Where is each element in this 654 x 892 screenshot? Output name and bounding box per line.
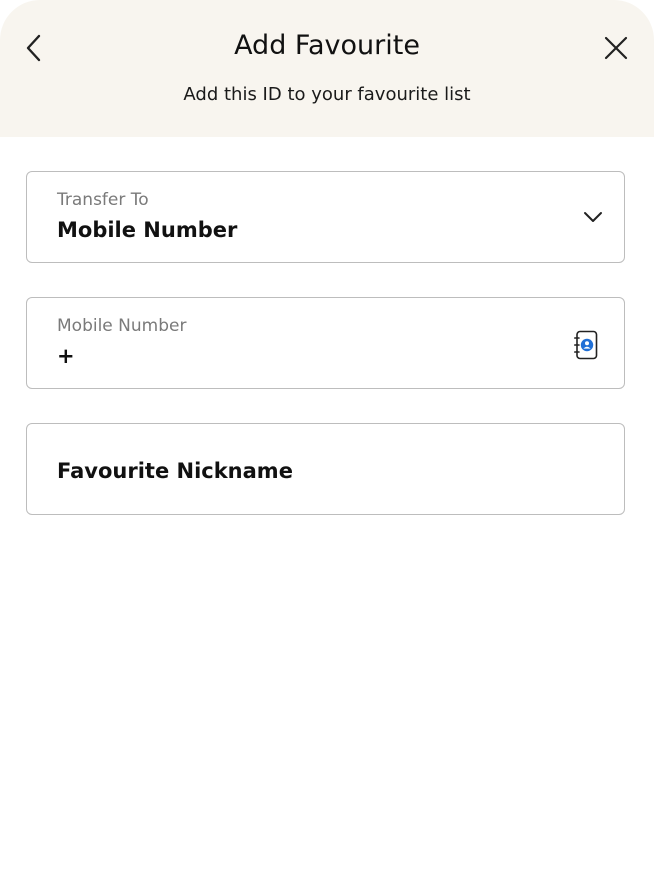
add-favourite-sheet: Add Favourite Add this ID to your favour…	[0, 0, 654, 892]
page-subtitle: Add this ID to your favourite list	[183, 84, 471, 105]
mobile-number-label: Mobile Number	[57, 316, 187, 336]
transfer-to-label: Transfer To	[57, 190, 149, 210]
mobile-number-field[interactable]: Mobile Number +	[26, 297, 625, 389]
page-title: Add Favourite	[234, 30, 420, 61]
nickname-field[interactable]: Favourite Nickname	[26, 423, 625, 515]
close-icon	[604, 36, 628, 60]
transfer-to-value: Mobile Number	[57, 218, 238, 242]
contact-book-icon[interactable]	[574, 330, 598, 360]
header: Add Favourite Add this ID to your favour…	[0, 0, 654, 137]
transfer-to-select[interactable]: Transfer To Mobile Number	[26, 171, 625, 263]
nickname-placeholder: Favourite Nickname	[57, 459, 293, 483]
mobile-number-value[interactable]: +	[57, 344, 75, 368]
close-button[interactable]	[598, 30, 634, 66]
chevron-down-icon	[584, 212, 602, 222]
